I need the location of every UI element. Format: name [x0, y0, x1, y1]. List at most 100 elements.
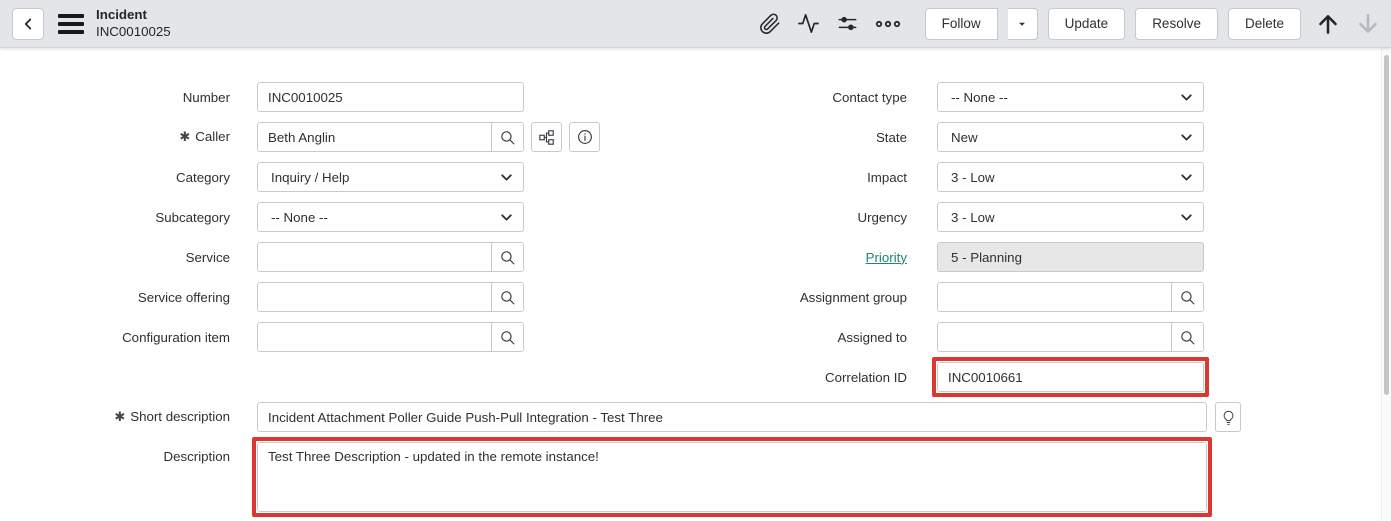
- assigned-to-lookup-button[interactable]: [1171, 323, 1203, 351]
- description-textarea[interactable]: Test Three Description - updated in the …: [257, 442, 1207, 512]
- urgency-select[interactable]: 3 - Low: [937, 202, 1204, 232]
- field-row-number: Number: [24, 82, 600, 112]
- preview-record-button[interactable]: [569, 122, 600, 152]
- vertical-scrollbar-thumb[interactable]: [1384, 55, 1389, 395]
- assignment-group-label: Assignment group: [700, 290, 907, 305]
- next-record-button[interactable]: [1355, 10, 1381, 38]
- personalize-form-button[interactable]: [836, 12, 859, 35]
- follow-split-button: Follow: [925, 8, 1038, 40]
- info-icon: [576, 128, 594, 146]
- search-icon: [499, 129, 516, 146]
- attachment-button[interactable]: [759, 13, 781, 35]
- chevron-down-icon: [1178, 129, 1195, 146]
- category-select[interactable]: Inquiry / Help: [257, 162, 524, 192]
- priority-label: Priority: [700, 250, 907, 265]
- caller-lookup-button[interactable]: [491, 123, 523, 151]
- number-label: Number: [24, 90, 230, 105]
- chevron-left-icon: [19, 15, 37, 33]
- delete-button[interactable]: Delete: [1228, 8, 1301, 40]
- caller-reference-field: [257, 122, 524, 152]
- priority-readonly-field: 5 - Planning: [937, 242, 1204, 272]
- form-left-column: Number ✱Caller Category Inquiry / He: [24, 82, 600, 362]
- suggestion-button[interactable]: [1215, 402, 1241, 432]
- service-input[interactable]: [258, 243, 491, 271]
- service-lookup-button[interactable]: [491, 243, 523, 271]
- state-select[interactable]: New: [937, 122, 1204, 152]
- urgency-label: Urgency: [700, 210, 907, 225]
- field-row-subcategory: Subcategory -- None --: [24, 202, 600, 232]
- chevron-down-icon: [1178, 89, 1195, 106]
- field-row-contact-type: Contact type -- None --: [700, 82, 1204, 112]
- state-label: State: [700, 130, 907, 145]
- field-row-description: Description Test Three Description - upd…: [24, 442, 1207, 512]
- assigned-to-input[interactable]: [938, 323, 1171, 351]
- field-row-urgency: Urgency 3 - Low: [700, 202, 1204, 232]
- assignment-group-lookup-button[interactable]: [1171, 283, 1203, 311]
- impact-select[interactable]: 3 - Low: [937, 162, 1204, 192]
- pulse-icon: [797, 12, 820, 35]
- chevron-down-icon: [1178, 209, 1195, 226]
- configuration-item-input[interactable]: [258, 323, 491, 351]
- service-offering-reference-field: [257, 282, 524, 312]
- field-row-service-offering: Service offering: [24, 282, 600, 312]
- field-row-state: State New: [700, 122, 1204, 152]
- caller-input[interactable]: [258, 123, 491, 151]
- short-description-input[interactable]: [257, 402, 1207, 432]
- correlation-id-wrapper: [937, 362, 1204, 392]
- configuration-item-reference-field: [257, 322, 524, 352]
- lightbulb-icon: [1221, 409, 1236, 426]
- configuration-item-lookup-button[interactable]: [491, 323, 523, 351]
- assignment-group-input[interactable]: [938, 283, 1171, 311]
- arrow-up-icon: [1315, 10, 1341, 38]
- more-options-icon: [875, 17, 901, 31]
- number-input[interactable]: [257, 82, 524, 112]
- description-wrapper: Test Three Description - updated in the …: [257, 442, 1207, 512]
- impact-label: Impact: [700, 170, 907, 185]
- field-row-priority: Priority 5 - Planning: [700, 242, 1204, 272]
- follow-button[interactable]: Follow: [925, 8, 998, 40]
- assigned-to-label: Assigned to: [700, 330, 907, 345]
- assignment-group-reference-field: [937, 282, 1204, 312]
- priority-link[interactable]: Priority: [866, 250, 907, 265]
- service-offering-input[interactable]: [258, 283, 491, 311]
- context-menu-icon[interactable]: [58, 14, 84, 34]
- follow-dropdown-button[interactable]: [1008, 8, 1038, 40]
- field-row-service: Service: [24, 242, 600, 272]
- search-icon: [499, 329, 516, 346]
- search-icon: [1179, 289, 1196, 306]
- configuration-item-label: Configuration item: [24, 330, 230, 345]
- category-value: Inquiry / Help: [271, 170, 349, 185]
- field-row-correlation-id: Correlation ID: [700, 362, 1204, 392]
- urgency-value: 3 - Low: [951, 210, 995, 225]
- correlation-id-input[interactable]: [937, 362, 1204, 392]
- category-label: Category: [24, 170, 230, 185]
- contact-type-select[interactable]: -- None --: [937, 82, 1204, 112]
- resolve-button[interactable]: Resolve: [1135, 8, 1218, 40]
- form-right-column: Contact type -- None -- State New Impact…: [700, 82, 1204, 402]
- service-offering-lookup-button[interactable]: [491, 283, 523, 311]
- page-title: Incident: [96, 7, 171, 24]
- contact-type-label: Contact type: [700, 90, 907, 105]
- field-row-category: Category Inquiry / Help: [24, 162, 600, 192]
- back-button[interactable]: [12, 8, 44, 40]
- search-icon: [499, 249, 516, 266]
- field-row-impact: Impact 3 - Low: [700, 162, 1204, 192]
- more-options-button[interactable]: [875, 17, 901, 31]
- description-label: Description: [24, 442, 230, 464]
- service-label: Service: [24, 250, 230, 265]
- subcategory-label: Subcategory: [24, 210, 230, 225]
- chevron-down-icon: [1178, 169, 1195, 186]
- subcategory-select[interactable]: -- None --: [257, 202, 524, 232]
- previous-record-button[interactable]: [1315, 10, 1341, 38]
- update-button[interactable]: Update: [1048, 8, 1126, 40]
- sliders-icon: [836, 12, 859, 35]
- activity-stream-button[interactable]: [797, 12, 820, 35]
- title-block: Incident INC0010025: [96, 7, 171, 40]
- impact-value: 3 - Low: [951, 170, 995, 185]
- field-row-assigned-to: Assigned to: [700, 322, 1204, 352]
- show-related-records-button[interactable]: [531, 122, 562, 152]
- chevron-down-icon: [498, 209, 515, 226]
- vertical-scrollbar-track[interactable]: [1381, 48, 1391, 521]
- chevron-down-icon: [498, 169, 515, 186]
- service-offering-label: Service offering: [24, 290, 230, 305]
